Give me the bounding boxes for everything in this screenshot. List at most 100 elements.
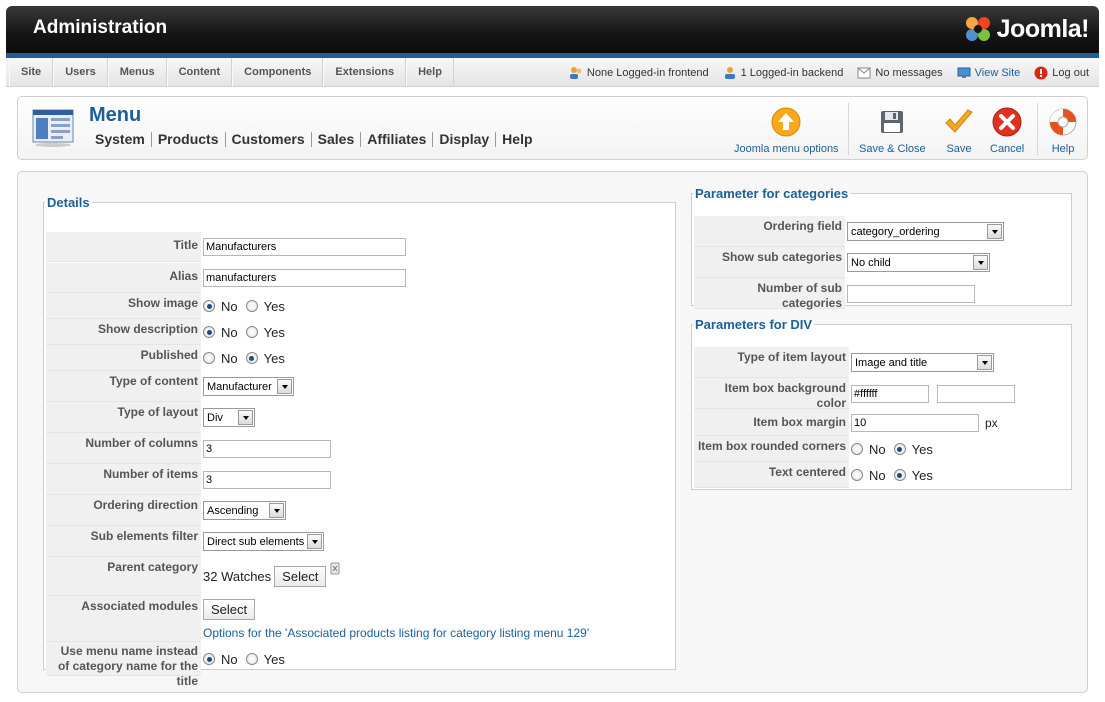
alias-label: Alias	[46, 263, 201, 293]
type-content-select[interactable]: Manufacturer	[203, 377, 294, 396]
ordering-direction-select[interactable]: Ascending	[203, 501, 286, 520]
rounded-corners-yes-label: Yes	[911, 441, 933, 457]
rounded-corners-yes-radio[interactable]	[893, 443, 906, 455]
bg-color-label: Item box background color	[694, 378, 849, 410]
subnav-products[interactable]: Products	[150, 132, 225, 147]
item-box-margin-input[interactable]	[851, 413, 979, 432]
messages-status[interactable]: No messages	[857, 67, 943, 79]
view-site-link[interactable]: View Site	[957, 67, 1020, 79]
admin-header: Administration Joomla!	[6, 6, 1099, 58]
num-sub-categories-input[interactable]	[847, 284, 975, 303]
type-layout-value: Div	[207, 411, 223, 424]
bg-color-input[interactable]	[851, 384, 929, 403]
num-columns-input[interactable]	[203, 439, 331, 458]
show-sub-categories-select[interactable]: No child	[847, 253, 990, 272]
subnav-sales[interactable]: Sales	[310, 132, 361, 147]
alias-input[interactable]	[203, 269, 406, 287]
show-sub-categories-row: Show sub categories No child	[694, 247, 990, 278]
type-layout-select[interactable]: Div	[203, 408, 255, 427]
menu-page-icon	[32, 109, 74, 150]
save-label: Save	[946, 143, 972, 155]
cancel-icon	[992, 107, 1022, 137]
text-centered-no-label: No	[869, 467, 886, 483]
subnav-help[interactable]: Help	[495, 132, 538, 147]
nav-components[interactable]: Components	[232, 58, 324, 87]
title-label: Title	[46, 232, 201, 262]
save-button[interactable]: Save	[944, 105, 974, 155]
rounded-corners-no-label: No	[869, 441, 886, 457]
text-centered-yes-label: Yes	[911, 467, 933, 483]
text-centered-yes-radio[interactable]	[893, 469, 906, 481]
use-menu-name-no-radio[interactable]	[203, 653, 215, 665]
num-items-input[interactable]	[203, 470, 331, 489]
backend-status-text: 1 Logged-in backend	[740, 66, 844, 79]
toolbar-divider	[1037, 103, 1038, 155]
parent-category-select-button[interactable]: Select	[274, 566, 327, 587]
top-menu-bar: Site Users Menus Content Components Exte…	[6, 58, 1099, 87]
ordering-field-select[interactable]: category_ordering	[847, 222, 1004, 241]
text-centered-no-radio[interactable]	[851, 469, 863, 481]
subnav-system[interactable]: System	[89, 132, 151, 147]
chevron-down-icon	[973, 255, 988, 270]
num-columns-label: Number of columns	[46, 433, 201, 464]
menu-options-label: Joomla menu options	[734, 143, 839, 155]
clear-icon[interactable]	[330, 561, 340, 575]
nav-site[interactable]: Site	[9, 58, 54, 87]
num-items-row: Number of items	[46, 464, 331, 495]
use-menu-name-label: Use menu name instead of category name f…	[46, 642, 201, 688]
show-description-yes-radio[interactable]	[245, 326, 258, 338]
item-box-margin-unit: px	[985, 415, 998, 430]
save-close-button[interactable]: Save & Close	[859, 105, 926, 155]
show-description-label: Show description	[46, 319, 201, 345]
type-content-row: Type of content Manufacturer	[46, 371, 294, 402]
chevron-down-icon	[977, 355, 992, 370]
nav-users[interactable]: Users	[53, 58, 108, 87]
ordering-direction-value: Ascending	[207, 504, 259, 517]
sub-elements-filter-value: Direct sub elements	[207, 535, 305, 548]
num-sub-categories-row: Number of sub categories	[694, 278, 975, 310]
subnav-customers[interactable]: Customers	[224, 132, 311, 147]
joomla-menu-options-button[interactable]: Joomla menu options	[734, 105, 839, 155]
joomla-logo[interactable]: Joomla!	[963, 12, 1090, 46]
joomla-logo-text: Joomla!	[996, 14, 1090, 43]
chevron-down-icon	[238, 410, 253, 425]
published-yes-radio[interactable]	[245, 352, 258, 364]
show-image-no-radio[interactable]	[203, 300, 215, 312]
bg-color-preview-input[interactable]	[937, 384, 1015, 403]
type-content-label: Type of content	[46, 371, 201, 402]
published-no-radio[interactable]	[203, 352, 215, 364]
nav-content[interactable]: Content	[166, 58, 233, 87]
subnav-affiliates[interactable]: Affiliates	[360, 132, 432, 147]
item-layout-select[interactable]: Image and title	[851, 353, 994, 372]
type-content-value: Manufacturer	[207, 380, 272, 393]
bg-color-row: Item box background color	[694, 378, 1015, 410]
checkmark-icon	[945, 109, 973, 133]
logout-link[interactable]: Log out	[1034, 66, 1089, 80]
div-params-fieldset: Parameters for DIV Type of item layout I…	[691, 317, 1072, 490]
show-description-no-radio[interactable]	[203, 326, 215, 338]
associated-modules-row: Associated modules Select Options for th…	[46, 596, 589, 642]
nav-extensions[interactable]: Extensions	[323, 58, 407, 87]
rounded-corners-no-radio[interactable]	[851, 443, 863, 455]
use-menu-name-yes-radio[interactable]	[245, 653, 258, 665]
help-button[interactable]: Help	[1048, 105, 1078, 155]
text-centered-row: Text centered No Yes	[694, 462, 941, 488]
title-input[interactable]	[203, 238, 406, 256]
subnav-display[interactable]: Display	[432, 132, 495, 147]
cancel-button[interactable]: Cancel	[990, 105, 1024, 155]
rounded-corners-row: Item box rounded corners No Yes	[694, 436, 941, 462]
type-layout-row: Type of layout Div	[46, 402, 255, 433]
page-title: Menu	[89, 104, 142, 126]
associated-modules-select-button[interactable]: Select	[203, 598, 256, 620]
users-icon	[569, 66, 582, 79]
categories-fieldset: Parameter for categories Ordering field …	[691, 186, 1072, 310]
alias-row: Alias	[46, 263, 406, 293]
admin-title: Administration	[33, 17, 168, 38]
sub-elements-filter-select[interactable]: Direct sub elements	[203, 532, 324, 551]
show-image-yes-radio[interactable]	[245, 300, 258, 312]
nav-help[interactable]: Help	[406, 58, 454, 87]
arrow-up-icon	[771, 107, 801, 137]
nav-menus[interactable]: Menus	[107, 58, 167, 87]
details-legend: Details	[47, 195, 90, 210]
item-box-margin-label: Item box margin	[694, 409, 849, 436]
